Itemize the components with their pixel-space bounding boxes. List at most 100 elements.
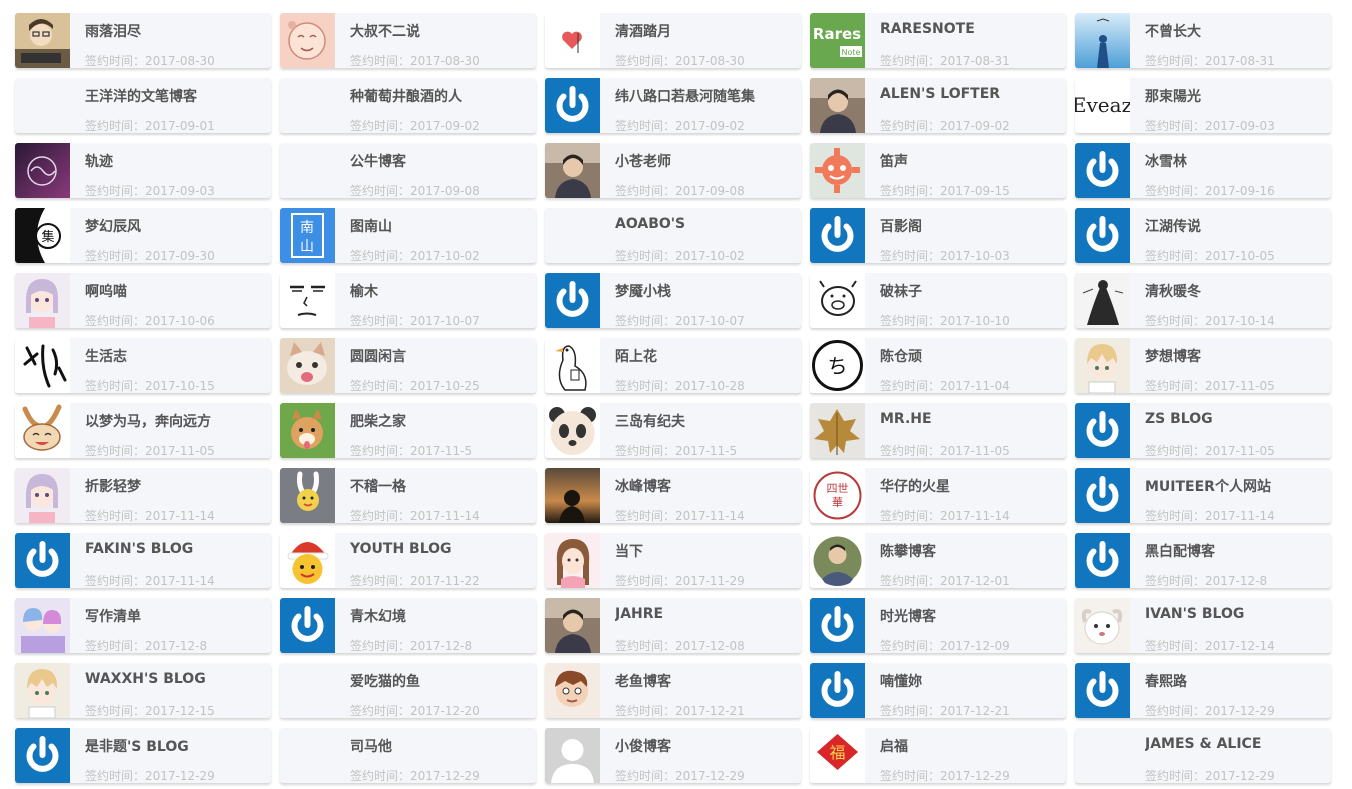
sign-date-label: 签约时间： <box>350 184 411 198</box>
friend-sign-date: 签约时间：2017-12-29 <box>350 767 480 783</box>
friend-sign-date: 签约时间：2017-10-02 <box>615 247 745 263</box>
friend-card[interactable]: 折影轻梦 签约时间：2017-11-14 <box>15 468 271 523</box>
friend-card[interactable]: 冰雪林 签约时间：2017-09-16 <box>1075 143 1331 198</box>
photo-person-icon <box>545 598 600 653</box>
friend-card[interactable]: ZS BLOG 签约时间：2017-11-05 <box>1075 403 1331 458</box>
sign-date-value: 2017-12-29 <box>1205 769 1275 783</box>
black-white-logo: 集 <box>15 208 70 263</box>
friend-card[interactable]: YOUTH BLOG 签约时间：2017-11-22 <box>280 533 536 588</box>
friend-card[interactable]: ち 陈仓顽 签约时间：2017-11-04 <box>810 338 1066 393</box>
sign-date-value: 2017-12-29 <box>145 769 215 783</box>
sign-date-value: 2017-12-8 <box>1205 574 1268 588</box>
friend-name: 陈仓顽 <box>880 349 922 365</box>
svg-text:ち: ち <box>828 354 848 378</box>
friend-card[interactable]: 肥柴之家 签约时间：2017-11-5 <box>280 403 536 458</box>
friend-card[interactable]: 南山图南山 签约时间：2017-10-02 <box>280 208 536 263</box>
friend-name: 纬八路口若悬河随笔集 <box>615 89 755 105</box>
friend-card[interactable]: IVAN'S BLOG 签约时间：2017-12-14 <box>1075 598 1331 653</box>
friend-card[interactable]: 当下 签约时间：2017-11-29 <box>545 533 801 588</box>
friend-card[interactable]: JAHRE 签约时间：2017-12-08 <box>545 598 801 653</box>
friend-card[interactable]: 王洋洋的文笔博客 签约时间：2017-09-01 <box>15 78 271 133</box>
friend-name: ALEN'S LOFTER <box>880 86 1001 102</box>
friend-card[interactable]: 黑白配博客 签约时间：2017-12-8 <box>1075 533 1331 588</box>
svg-text:山: 山 <box>300 239 314 255</box>
friend-card[interactable]: 春熙路 签约时间：2017-12-29 <box>1075 663 1331 718</box>
default-power-icon <box>810 598 865 653</box>
friend-card[interactable]: 爱吃猫的鱼 签约时间：2017-12-20 <box>280 663 536 718</box>
friend-card[interactable]: 清酒踏月 签约时间：2017-08-30 <box>545 13 801 68</box>
friend-card[interactable]: 公牛博客 签约时间：2017-09-08 <box>280 143 536 198</box>
friend-card[interactable]: 福 启福 签约时间：2017-12-29 <box>810 728 1066 783</box>
svg-text:華: 華 <box>832 496 843 509</box>
friend-card[interactable]: 小苍老师 签约时间：2017-09-08 <box>545 143 801 198</box>
friend-card[interactable]: 雨落泪尽 签约时间：2017-08-30 <box>15 13 271 68</box>
friend-card[interactable]: 笛声 签约时间：2017-09-15 <box>810 143 1066 198</box>
friend-card[interactable]: 青木幻境 签约时间：2017-12-8 <box>280 598 536 653</box>
friend-card[interactable]: MR.HE 签约时间：2017-11-05 <box>810 403 1066 458</box>
friend-name: 陈攀博客 <box>880 544 936 560</box>
friend-card[interactable]: 集 梦幻辰风 签约时间：2017-09-30 <box>15 208 271 263</box>
friend-card[interactable]: 冰峰博客 签约时间：2017-11-14 <box>545 468 801 523</box>
friend-card[interactable]: 以梦为马，奔向远方 签约时间：2017-11-05 <box>15 403 271 458</box>
friend-card[interactable]: 陈攀博客 签约时间：2017-12-01 <box>810 533 1066 588</box>
sign-date-label: 签约时间： <box>350 379 411 393</box>
friend-card[interactable]: 啊呜喵 签约时间：2017-10-06 <box>15 273 271 328</box>
friend-card[interactable]: 陌上花 签约时间：2017-10-28 <box>545 338 801 393</box>
friend-card[interactable]: Eveaz 那束陽光 签约时间：2017-09-03 <box>1075 78 1331 133</box>
friend-card[interactable]: JAMES & ALICE 签约时间：2017-12-29 <box>1075 728 1331 783</box>
friend-card[interactable]: 梦想博客 签约时间：2017-11-05 <box>1075 338 1331 393</box>
friend-card[interactable]: 圆圆闲言 签约时间：2017-10-25 <box>280 338 536 393</box>
friend-card[interactable]: FAKIN'S BLOG 签约时间：2017-11-14 <box>15 533 271 588</box>
friend-card[interactable]: 清秋暖冬 签约时间：2017-10-14 <box>1075 273 1331 328</box>
friend-card[interactable]: 小俊博客 签约时间：2017-12-29 <box>545 728 801 783</box>
sign-date-value: 2017-11-14 <box>410 509 480 523</box>
friend-card[interactable]: AOABO'S 签约时间：2017-10-02 <box>545 208 801 263</box>
sign-date-value: 2017-10-02 <box>410 249 480 263</box>
friend-card[interactable]: 破袜子 签约时间：2017-10-10 <box>810 273 1066 328</box>
sign-date-value: 2017-12-29 <box>1205 704 1275 718</box>
friend-card[interactable]: WAXXH'S BLOG 签约时间：2017-12-15 <box>15 663 271 718</box>
sign-date-label: 签约时间： <box>1145 249 1206 263</box>
friend-card[interactable]: 四世華华仔的火星 签约时间：2017-11-14 <box>810 468 1066 523</box>
friend-card[interactable]: 梦魇小栈 签约时间：2017-10-07 <box>545 273 801 328</box>
sign-date-value: 2017-10-10 <box>940 314 1010 328</box>
friend-card[interactable]: 写作清单 签约时间：2017-12-8 <box>15 598 271 653</box>
friend-name: AOABO'S <box>615 216 686 232</box>
friend-sign-date: 签约时间：2017-12-29 <box>615 767 745 783</box>
friend-card[interactable]: 是非题'S BLOG 签约时间：2017-12-29 <box>15 728 271 783</box>
friend-card[interactable]: 老鱼博客 签约时间：2017-12-21 <box>545 663 801 718</box>
photo-person-icon <box>810 78 865 133</box>
sign-date-value: 2017-11-14 <box>675 509 745 523</box>
friend-card[interactable]: 榆木 签约时间：2017-10-07 <box>280 273 536 328</box>
friend-card[interactable]: 时光博客 签约时间：2017-12-09 <box>810 598 1066 653</box>
friend-card[interactable]: 江湖传说 签约时间：2017-10-05 <box>1075 208 1331 263</box>
sign-date-label: 签约时间： <box>350 314 411 328</box>
friend-card[interactable]: 种葡萄井酿酒的人 签约时间：2017-09-02 <box>280 78 536 133</box>
friend-card[interactable]: 纬八路口若悬河随笔集 签约时间：2017-09-02 <box>545 78 801 133</box>
svg-text:集: 集 <box>41 229 54 245</box>
anime-girl-icon <box>15 468 70 523</box>
leaf-icon <box>810 403 865 458</box>
friend-card[interactable]: 大叔不二说 签约时间：2017-08-30 <box>280 13 536 68</box>
sign-date-value: 2017-11-14 <box>145 509 215 523</box>
friend-name: RARESNOTE <box>880 21 975 37</box>
friend-name: 折影轻梦 <box>85 479 141 495</box>
sign-date-value: 2017-09-02 <box>675 119 745 133</box>
friend-card[interactable]: 轨迹 签约时间：2017-09-03 <box>15 143 271 198</box>
sign-date-value: 2017-10-14 <box>1205 314 1275 328</box>
friend-name: MUITEER个人网站 <box>1145 479 1271 495</box>
friend-sign-date: 签约时间：2017-12-29 <box>1145 767 1275 783</box>
friend-card[interactable]: 司马他 签约时间：2017-12-29 <box>280 728 536 783</box>
friend-card[interactable]: 喃懂妳 签约时间：2017-12-21 <box>810 663 1066 718</box>
default-power-icon <box>545 78 600 133</box>
friend-name: 清秋暖冬 <box>1145 284 1201 300</box>
friend-card[interactable]: Rares Note RARESNOTE 签约时间：2017-08-31 <box>810 13 1066 68</box>
friend-card[interactable]: 生活志 签约时间：2017-10-15 <box>15 338 271 393</box>
friend-card[interactable]: MUITEER个人网站 签约时间：2017-11-14 <box>1075 468 1331 523</box>
friend-card[interactable]: 百影阁 签约时间：2017-10-03 <box>810 208 1066 263</box>
friend-card[interactable]: ALEN'S LOFTER 签约时间：2017-09-02 <box>810 78 1066 133</box>
red-seal-icon: 四世華 <box>810 468 865 523</box>
friend-card[interactable]: 三岛有纪夫 签约时间：2017-11-5 <box>545 403 801 458</box>
friend-card[interactable]: 不稽一格 签约时间：2017-11-14 <box>280 468 536 523</box>
friend-card[interactable]: 不曾长大 签约时间：2017-08-31 <box>1075 13 1331 68</box>
